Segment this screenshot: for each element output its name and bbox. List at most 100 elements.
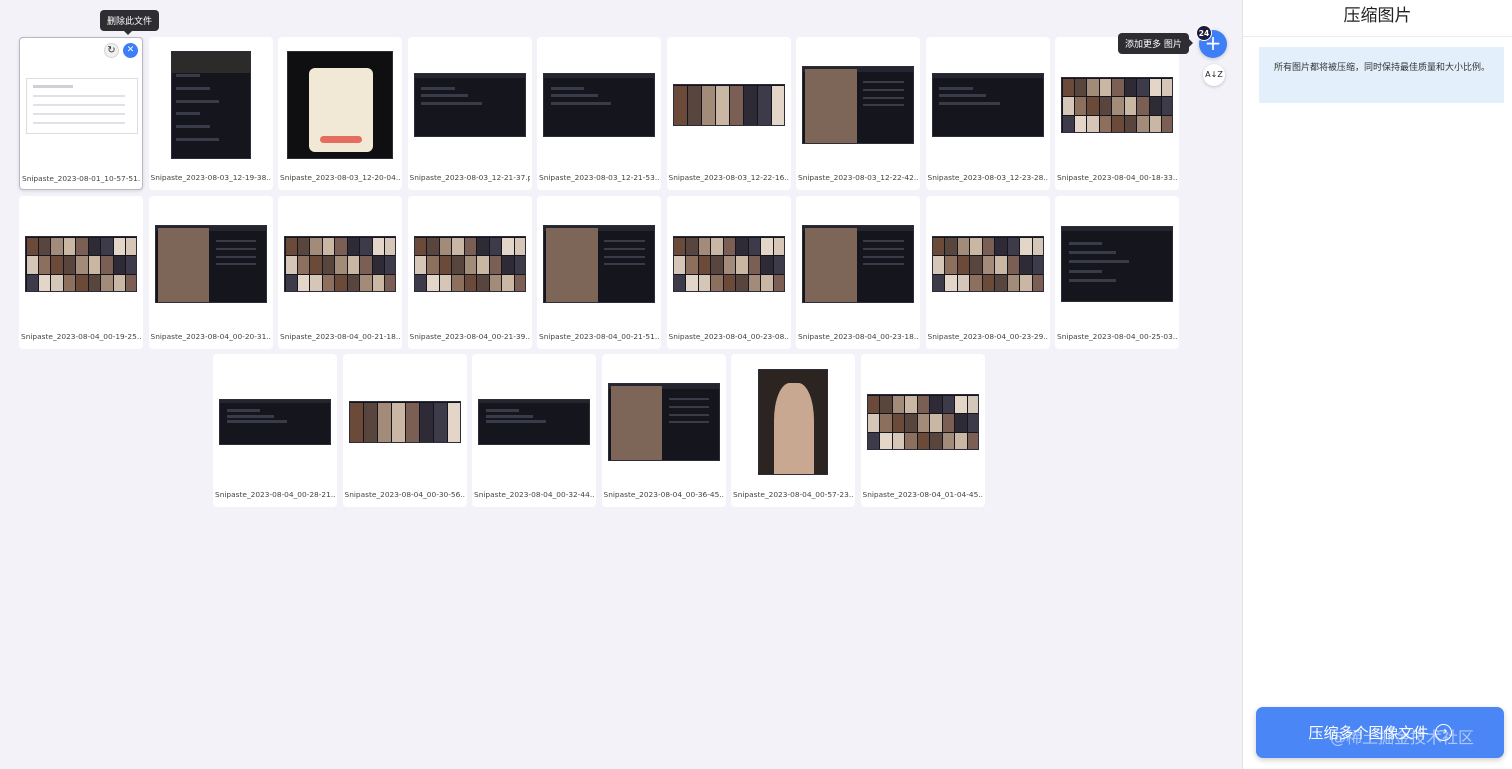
thumb-tile bbox=[773, 237, 784, 256]
file-card[interactable]: Snipaste_2023-08-04_00-21-18.... bbox=[278, 196, 402, 349]
thumb-tile bbox=[711, 237, 723, 256]
thumbnail-container bbox=[731, 354, 855, 490]
thumbnail-container bbox=[667, 37, 791, 173]
thumb-tile bbox=[868, 395, 880, 414]
file-card[interactable]: Snipaste_2023-08-04_00-21-51.... bbox=[537, 196, 661, 349]
thumb-line bbox=[604, 263, 645, 266]
thumb-tile bbox=[930, 414, 942, 432]
thumb-tile bbox=[310, 274, 322, 291]
refresh-icon[interactable]: ↻ bbox=[104, 43, 119, 58]
thumb-tile bbox=[502, 237, 514, 256]
thumb-tile bbox=[880, 395, 892, 414]
thumb-tile bbox=[674, 274, 686, 291]
file-card[interactable]: Snipaste_2023-08-03_12-20-04.... bbox=[278, 37, 402, 190]
thumb-tile bbox=[772, 85, 784, 125]
thumb-tile bbox=[1124, 115, 1137, 132]
file-card[interactable]: Snipaste_2023-08-03_12-19-38.... bbox=[148, 37, 273, 190]
file-card[interactable]: Snipaste_2023-08-04_00-57-23.... bbox=[731, 354, 855, 507]
thumb-tile bbox=[957, 256, 970, 274]
file-card[interactable]: Snipaste_2023-08-04_00-36-45.... bbox=[601, 354, 726, 507]
thumbnail-image bbox=[931, 236, 1044, 292]
file-name: Snipaste_2023-08-04_01-04-45.... bbox=[862, 490, 983, 499]
add-more-tooltip: 添加更多 图片 bbox=[1118, 33, 1193, 54]
thumb-tile bbox=[930, 395, 942, 414]
file-card[interactable]: Snipaste_2023-08-04_00-18-33.... bbox=[1055, 37, 1179, 190]
file-name: Snipaste_2023-08-03_12-22-16.... bbox=[668, 173, 789, 182]
file-card[interactable]: Snipaste_2023-08-04_00-25-03.... bbox=[1055, 196, 1179, 349]
file-card[interactable]: Snipaste_2023-08-03_12-22-16.... bbox=[666, 37, 791, 190]
thumb-tile bbox=[1087, 78, 1099, 97]
file-card[interactable]: Snipaste_2023-08-04_00-32-44.... bbox=[472, 354, 596, 507]
thumb-line bbox=[550, 86, 585, 90]
thumb-line bbox=[485, 409, 520, 413]
thumb-tile bbox=[967, 432, 978, 449]
file-card[interactable]: Snipaste_2023-08-04_01-04-45.... bbox=[860, 354, 985, 507]
file-card[interactable]: Snipaste_2023-08-03_12-23-28.... bbox=[925, 37, 1050, 190]
thumb-tile bbox=[63, 256, 76, 274]
file-card[interactable]: Snipaste_2023-08-04_00-23-18.... bbox=[796, 196, 920, 349]
thumb-tile bbox=[1162, 78, 1172, 97]
thumb-tile bbox=[982, 256, 995, 274]
thumb-tile bbox=[427, 256, 439, 274]
thumb-tile bbox=[698, 256, 711, 274]
thumb-tile bbox=[1074, 97, 1087, 115]
thumb-line bbox=[1068, 251, 1116, 255]
thumb-tile bbox=[1062, 115, 1074, 132]
thumbnail-container bbox=[149, 37, 273, 173]
thumb-tile bbox=[372, 274, 385, 291]
thumb-tile bbox=[347, 274, 360, 291]
thumb-line bbox=[939, 94, 987, 98]
thumb-tile bbox=[335, 274, 347, 291]
file-card[interactable]: Snipaste_2023-08-04_00-19-25.... bbox=[19, 196, 143, 349]
thumbnail-container bbox=[343, 354, 467, 490]
thumb-tile bbox=[1020, 256, 1032, 274]
thumbnail-container bbox=[278, 37, 402, 173]
main-area: Snipaste_2023-08-01_10-57-51.p... ↻ ✕ Snipa… bbox=[0, 0, 1242, 769]
thumb-tile bbox=[322, 237, 335, 256]
thumbnail-image bbox=[672, 84, 785, 126]
thumb-tile bbox=[761, 237, 773, 256]
image-grid: Snipaste_2023-08-01_10-57-51.p... ↻ ✕ Snipa… bbox=[0, 0, 1242, 769]
thumb-tile bbox=[955, 414, 967, 432]
file-card[interactable]: Snipaste_2023-08-04_00-28-21.... bbox=[213, 354, 337, 507]
thumb-line bbox=[863, 104, 904, 107]
file-card[interactable]: Snipaste_2023-08-03_12-21-37.p... bbox=[407, 37, 532, 190]
file-card[interactable]: Snipaste_2023-08-04_00-23-29.... bbox=[925, 196, 1050, 349]
thumb-line bbox=[226, 420, 288, 424]
thumb-tile bbox=[101, 237, 113, 256]
file-name: Snipaste_2023-08-04_00-25-03.... bbox=[1057, 332, 1177, 341]
sort-button[interactable]: A↓Z bbox=[1203, 64, 1225, 86]
thumb-tile bbox=[1099, 78, 1112, 97]
thumb-tile bbox=[744, 85, 757, 125]
file-card[interactable]: Snipaste_2023-08-01_10-57-51.p... ↻ ✕ bbox=[19, 37, 143, 190]
file-card[interactable]: Snipaste_2023-08-04_00-20-31.... bbox=[148, 196, 273, 349]
thumbnail-image bbox=[478, 399, 590, 445]
file-name: Snipaste_2023-08-04_00-57-23.... bbox=[733, 490, 853, 499]
thumb-tile bbox=[350, 402, 363, 442]
file-card[interactable]: Snipaste_2023-08-04_00-23-08.... bbox=[666, 196, 791, 349]
file-card[interactable]: Snipaste_2023-08-03_12-21-53.... bbox=[537, 37, 661, 190]
thumbnail-image bbox=[413, 236, 526, 292]
thumb-line bbox=[604, 247, 645, 250]
thumb-tile bbox=[1032, 256, 1043, 274]
file-card[interactable]: Snipaste_2023-08-04_00-30-56.... bbox=[342, 354, 467, 507]
thumb-line bbox=[33, 95, 125, 97]
thumb-tile bbox=[464, 237, 477, 256]
thumb-line bbox=[215, 263, 257, 266]
thumb-tile bbox=[868, 414, 880, 432]
close-icon[interactable]: ✕ bbox=[123, 43, 138, 58]
thumb-tile bbox=[688, 85, 701, 125]
file-card[interactable]: Snipaste_2023-08-03_12-22-42.... bbox=[796, 37, 920, 190]
thumb-tile bbox=[322, 274, 335, 291]
thumb-line bbox=[863, 240, 904, 243]
thumb-line bbox=[604, 255, 645, 258]
thumb-portrait bbox=[805, 69, 857, 143]
thumbnail-container bbox=[19, 196, 143, 332]
thumb-tile bbox=[930, 432, 942, 449]
thumbnail-container bbox=[213, 354, 337, 490]
thumbnail-image bbox=[348, 401, 461, 443]
thumb-tile bbox=[1087, 97, 1099, 115]
thumb-tile bbox=[448, 402, 460, 442]
thumb-line bbox=[668, 405, 710, 408]
file-card[interactable]: Snipaste_2023-08-04_00-21-39.... bbox=[407, 196, 532, 349]
